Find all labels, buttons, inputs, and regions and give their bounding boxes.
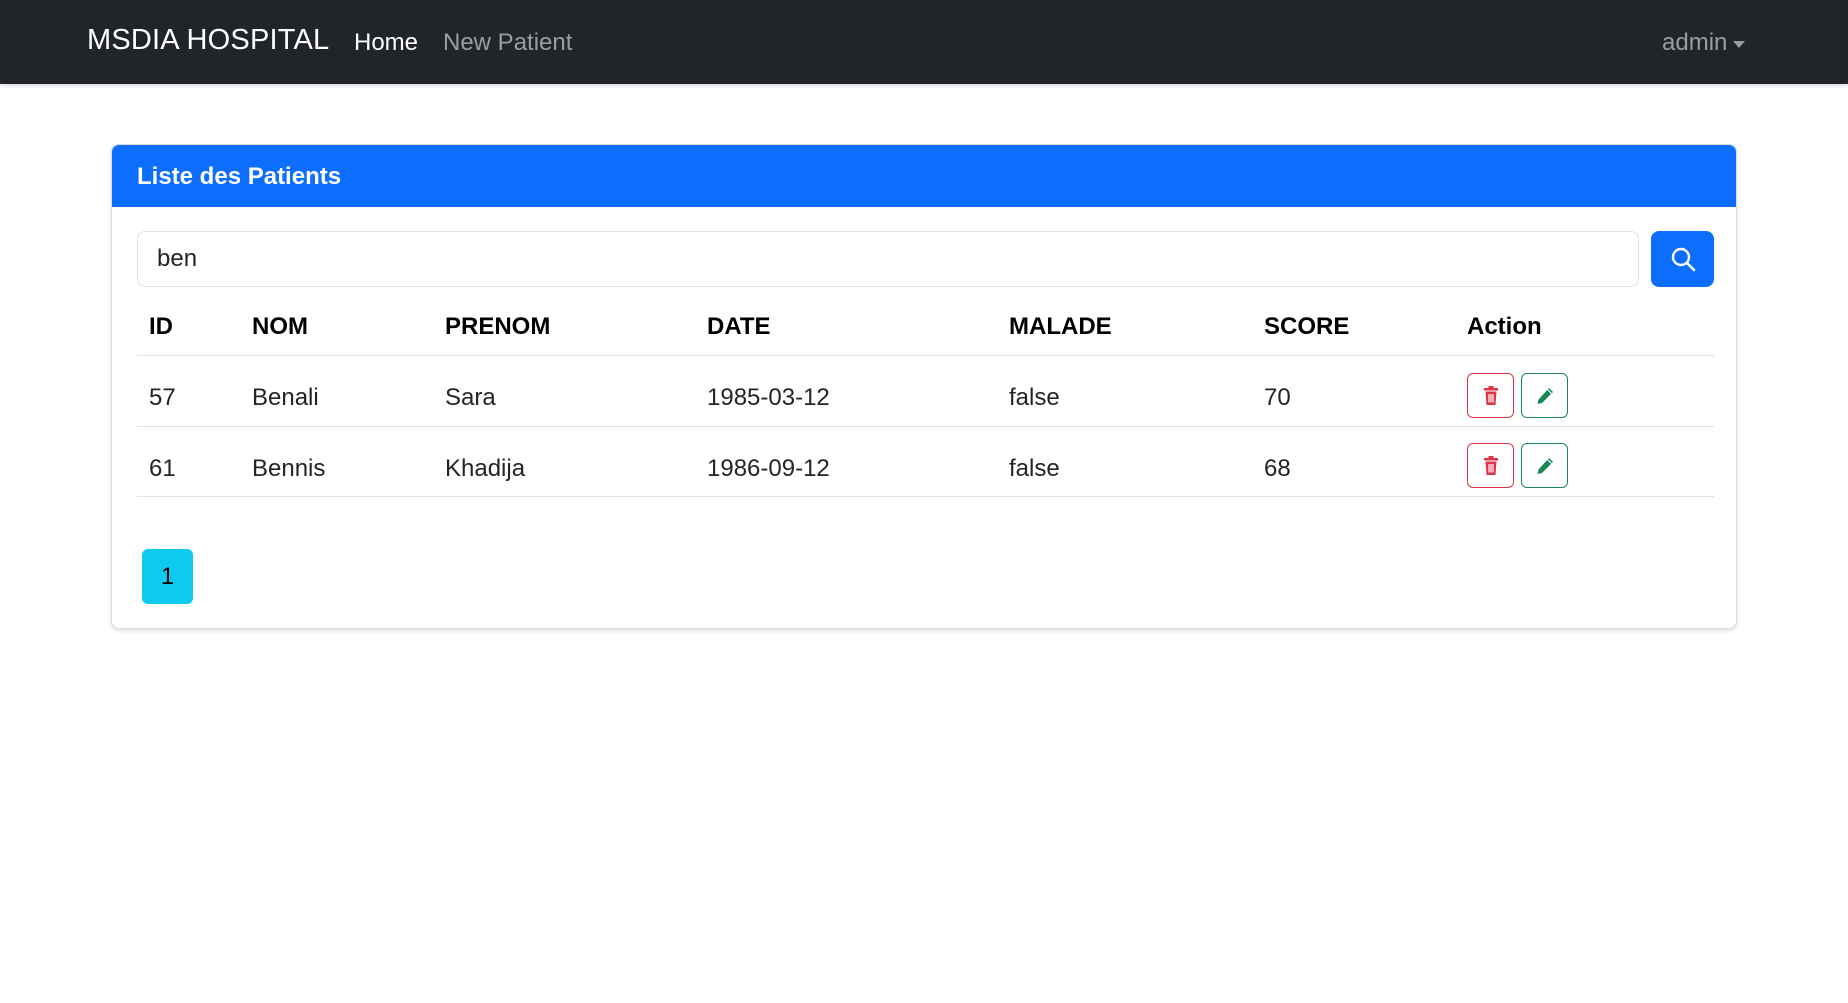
cell-nom: Benali	[252, 384, 319, 411]
cell-malade: false	[1009, 455, 1060, 482]
column-header-score: SCORE	[1264, 313, 1350, 340]
nav-link-new-patient[interactable]: New Patient	[443, 29, 572, 57]
chevron-down-icon	[1733, 40, 1746, 48]
trash-icon	[1483, 385, 1498, 405]
navbar: MSDIA HOSPITAL Home New Patient admin	[0, 0, 1848, 84]
edit-button[interactable]	[1521, 373, 1568, 418]
cell-nom: Bennis	[252, 455, 326, 482]
column-header-action: Action	[1467, 313, 1542, 340]
delete-button[interactable]	[1467, 373, 1514, 418]
cell-prenom: Khadija	[445, 455, 526, 482]
search-icon	[1671, 247, 1695, 272]
row-divider	[137, 496, 1714, 497]
cell-score: 68	[1264, 455, 1291, 482]
patients-card: Liste des Patients ID NOM PRENOM DATE MA…	[111, 144, 1737, 629]
column-header-id: ID	[149, 313, 173, 340]
user-name: admin	[1662, 29, 1728, 56]
column-header-malade: MALADE	[1009, 313, 1112, 340]
pencil-icon	[1537, 457, 1553, 474]
card-header: Liste des Patients	[112, 145, 1736, 207]
cell-malade: false	[1009, 384, 1060, 411]
column-header-date: DATE	[707, 313, 771, 340]
cell-prenom: Sara	[445, 384, 496, 411]
column-header-nom: NOM	[252, 313, 308, 340]
brand-logo[interactable]: MSDIA HOSPITAL	[87, 24, 329, 57]
pagination-page-1[interactable]: 1	[142, 549, 193, 604]
header-divider	[137, 355, 1714, 356]
cell-date: 1985-03-12	[707, 384, 830, 411]
cell-score: 70	[1264, 384, 1291, 411]
user-menu-dropdown[interactable]: admin	[1662, 29, 1746, 57]
search-button[interactable]	[1651, 231, 1714, 287]
column-header-prenom: PRENOM	[445, 313, 551, 340]
nav-link-home[interactable]: Home	[354, 29, 418, 57]
cell-id: 61	[149, 455, 176, 482]
card-title: Liste des Patients	[137, 163, 342, 190]
cell-id: 57	[149, 384, 176, 411]
pencil-icon	[1537, 387, 1553, 404]
trash-icon	[1483, 455, 1498, 475]
delete-button[interactable]	[1467, 443, 1514, 488]
edit-button[interactable]	[1521, 443, 1568, 488]
row-divider	[137, 426, 1714, 427]
cell-date: 1986-09-12	[707, 455, 830, 482]
search-input[interactable]	[137, 231, 1639, 287]
